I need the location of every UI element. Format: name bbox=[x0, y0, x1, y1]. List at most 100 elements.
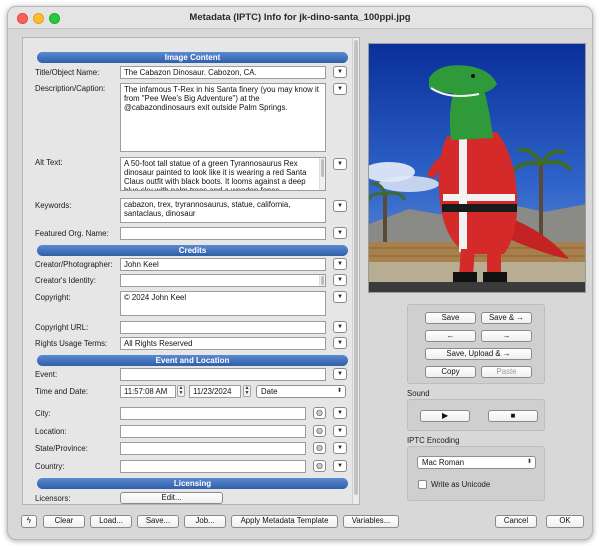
state-dropdown[interactable]: ▼ bbox=[333, 442, 347, 454]
title-bar: Metadata (IPTC) Info for jk-dino-santa_1… bbox=[8, 7, 592, 29]
rights-usage-dropdown[interactable]: ▼ bbox=[333, 337, 347, 349]
creator-field[interactable]: John Keel bbox=[120, 258, 326, 271]
save-template-button[interactable]: Save... bbox=[137, 515, 179, 528]
chevron-down-icon: ▼ bbox=[337, 428, 343, 434]
state-globe-icon[interactable]: ◍ bbox=[313, 442, 326, 454]
section-header-credits: Credits bbox=[37, 245, 348, 256]
metadata-window: Metadata (IPTC) Info for jk-dino-santa_1… bbox=[7, 6, 593, 540]
title-label: Title/Object Name: bbox=[35, 68, 100, 77]
city-field[interactable] bbox=[120, 407, 306, 420]
chevron-down-icon: ▼ bbox=[337, 86, 343, 92]
title-field[interactable]: The Cabazon Dinosaur. Cabozon, CA. bbox=[120, 66, 326, 79]
play-sound-button[interactable]: ▶ bbox=[420, 410, 470, 422]
creator-identity-dropdown[interactable]: ▼ bbox=[333, 274, 347, 286]
featured-org-label: Featured Org. Name: bbox=[35, 229, 109, 238]
copyright-url-dropdown[interactable]: ▼ bbox=[333, 321, 347, 333]
time-field[interactable]: 11:57:08 AM bbox=[120, 385, 176, 398]
city-dropdown[interactable]: ▼ bbox=[333, 407, 347, 419]
paste-button[interactable]: Paste bbox=[481, 366, 532, 378]
location-globe-icon[interactable]: ◍ bbox=[313, 425, 326, 437]
state-field[interactable] bbox=[120, 442, 306, 455]
event-field[interactable] bbox=[120, 368, 326, 381]
write-unicode-checkbox[interactable] bbox=[418, 480, 427, 489]
creator-identity-scrollbar[interactable] bbox=[319, 275, 325, 286]
chevron-down-icon: ▼ bbox=[337, 324, 343, 330]
section-header-image-content: Image Content bbox=[37, 52, 348, 63]
location-label: Location: bbox=[35, 427, 67, 436]
cancel-button[interactable]: Cancel bbox=[495, 515, 537, 528]
image-preview[interactable] bbox=[368, 43, 586, 293]
alt-text-scrollbar[interactable] bbox=[319, 158, 325, 190]
alt-text-scrollbar-thumb[interactable] bbox=[321, 159, 324, 177]
ok-button[interactable]: OK bbox=[546, 515, 584, 528]
job-button[interactable]: Job... bbox=[184, 515, 226, 528]
lightning-button[interactable]: ϟ bbox=[21, 515, 37, 528]
copyright-url-field[interactable] bbox=[120, 321, 326, 334]
copyright-dropdown[interactable]: ▼ bbox=[333, 291, 347, 303]
licensors-edit-button[interactable]: Edit... bbox=[120, 492, 223, 504]
title-dropdown[interactable]: ▼ bbox=[333, 66, 347, 78]
time-date-label: Time and Date: bbox=[35, 387, 89, 396]
form-scrollbar[interactable] bbox=[352, 38, 359, 504]
dinosaur-photo bbox=[369, 44, 585, 292]
alt-text-field[interactable]: A 50-foot tall statue of a green Tyranno… bbox=[120, 157, 326, 191]
chevron-down-icon: ▼ bbox=[337, 230, 343, 236]
copyright-field[interactable]: © 2024 John Keel bbox=[120, 291, 326, 316]
next-image-button[interactable]: → bbox=[481, 330, 532, 342]
previous-image-button[interactable]: ← bbox=[425, 330, 476, 342]
write-unicode-label: Write as Unicode bbox=[431, 480, 491, 489]
country-globe-icon[interactable]: ◍ bbox=[313, 460, 326, 472]
creator-identity-field[interactable] bbox=[120, 274, 326, 287]
event-label: Event: bbox=[35, 370, 58, 379]
save-button[interactable]: Save bbox=[425, 312, 476, 324]
chevron-down-icon: ▼ bbox=[337, 294, 343, 300]
event-dropdown[interactable]: ▼ bbox=[333, 368, 347, 380]
location-field[interactable] bbox=[120, 425, 306, 438]
location-dropdown[interactable]: ▼ bbox=[333, 425, 347, 437]
chevron-down-icon: ▼ bbox=[337, 203, 343, 209]
alt-text-dropdown[interactable]: ▼ bbox=[333, 158, 347, 170]
description-label: Description/Caption: bbox=[35, 84, 106, 93]
creator-identity-label: Creator's Identity: bbox=[35, 276, 96, 285]
country-dropdown[interactable]: ▼ bbox=[333, 460, 347, 472]
section-header-event-location: Event and Location bbox=[37, 355, 348, 366]
rights-usage-field[interactable]: All Rights Reserved bbox=[120, 337, 326, 350]
stop-sound-button[interactable]: ■ bbox=[488, 410, 538, 422]
copy-button[interactable]: Copy bbox=[425, 366, 476, 378]
clear-button[interactable]: Clear bbox=[43, 515, 85, 528]
keywords-field[interactable]: cabazon, trex, tryrannosaurus, statue, c… bbox=[120, 198, 326, 223]
chevron-down-icon: ▼ bbox=[337, 463, 343, 469]
encoding-popup[interactable]: Mac Roman ⬍ bbox=[417, 456, 536, 469]
chevron-down-icon: ▼ bbox=[337, 277, 343, 283]
featured-org-dropdown[interactable]: ▼ bbox=[333, 227, 347, 239]
country-field[interactable] bbox=[120, 460, 306, 473]
chevron-updown-icon: ⬍ bbox=[526, 459, 532, 465]
encoding-value: Mac Roman bbox=[422, 458, 465, 467]
save-next-button[interactable]: Save & → bbox=[481, 312, 532, 324]
load-button[interactable]: Load... bbox=[90, 515, 132, 528]
city-label: City: bbox=[35, 409, 51, 418]
date-format-popup[interactable]: Date ⬍ bbox=[256, 385, 346, 398]
time-stepper[interactable]: ▲ ▼ bbox=[177, 385, 185, 397]
date-stepper[interactable]: ▲ ▼ bbox=[243, 385, 251, 397]
apply-metadata-template-button[interactable]: Apply Metadata Template bbox=[231, 515, 338, 528]
creator-identity-scrollbar-thumb[interactable] bbox=[321, 276, 324, 285]
form-scrollbar-thumb[interactable] bbox=[354, 40, 358, 495]
lightning-icon: ϟ bbox=[26, 516, 32, 525]
chevron-down-icon: ▼ bbox=[337, 69, 343, 75]
description-dropdown[interactable]: ▼ bbox=[333, 83, 347, 95]
save-upload-next-button[interactable]: Save, Upload & → bbox=[425, 348, 532, 360]
country-label: Country: bbox=[35, 462, 65, 471]
variables-button[interactable]: Variables... bbox=[343, 515, 399, 528]
city-globe-icon[interactable]: ◍ bbox=[313, 407, 326, 419]
creator-label: Creator/Photographer: bbox=[35, 260, 113, 269]
rights-usage-label: Rights Usage Terms: bbox=[35, 339, 108, 348]
keywords-dropdown[interactable]: ▼ bbox=[333, 200, 347, 212]
state-label: State/Province: bbox=[35, 444, 88, 453]
sound-group-title: Sound bbox=[407, 389, 430, 398]
description-field[interactable]: The infamous T-Rex in his Santa finery (… bbox=[120, 83, 326, 152]
date-field[interactable]: 11/23/2024 bbox=[189, 385, 241, 398]
preview-scrollbar[interactable] bbox=[369, 282, 585, 292]
creator-dropdown[interactable]: ▼ bbox=[333, 258, 347, 270]
featured-org-field[interactable] bbox=[120, 227, 326, 240]
